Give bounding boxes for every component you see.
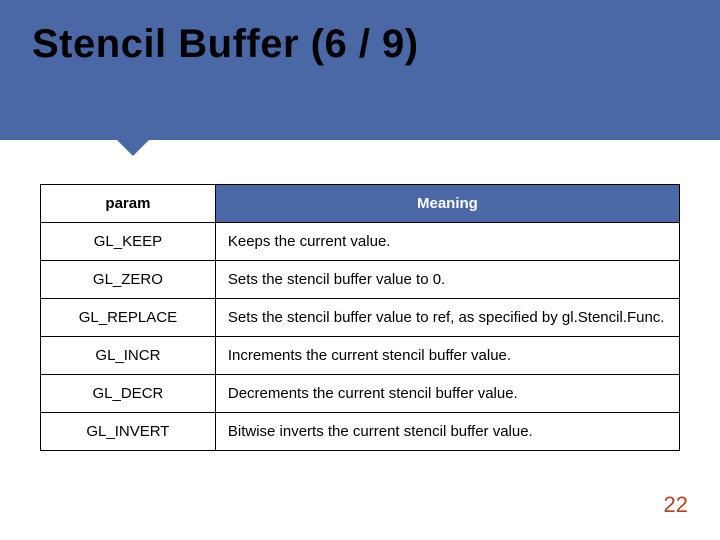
title-band: Stencil Buffer (6 / 9) [0,0,720,140]
cell-meaning: Sets the stencil buffer value to 0. [215,261,679,299]
cell-meaning: Bitwise inverts the current stencil buff… [215,413,679,451]
cell-param: GL_REPLACE [41,299,216,337]
cell-meaning: Decrements the current stencil buffer va… [215,375,679,413]
cell-meaning: Increments the current stencil buffer va… [215,337,679,375]
cell-param: GL_INVERT [41,413,216,451]
cell-param: GL_INCR [41,337,216,375]
cell-meaning: Sets the stencil buffer value to ref, as… [215,299,679,337]
page-title: Stencil Buffer (6 / 9) [32,22,419,67]
cell-param: GL_DECR [41,375,216,413]
table-row: GL_DECR Decrements the current stencil b… [41,375,680,413]
cell-param: GL_KEEP [41,223,216,261]
page-number: 22 [664,492,688,518]
cell-param: GL_ZERO [41,261,216,299]
col-header-param: param [41,185,216,223]
table-header-row: param Meaning [41,185,680,223]
table-row: GL_ZERO Sets the stencil buffer value to… [41,261,680,299]
col-header-meaning: Meaning [215,185,679,223]
table-row: GL_INCR Increments the current stencil b… [41,337,680,375]
table-row: GL_KEEP Keeps the current value. [41,223,680,261]
stencil-params-table: param Meaning GL_KEEP Keeps the current … [40,184,680,451]
cell-meaning: Keeps the current value. [215,223,679,261]
table-row: GL_INVERT Bitwise inverts the current st… [41,413,680,451]
title-notch-icon [115,138,151,156]
table-row: GL_REPLACE Sets the stencil buffer value… [41,299,680,337]
